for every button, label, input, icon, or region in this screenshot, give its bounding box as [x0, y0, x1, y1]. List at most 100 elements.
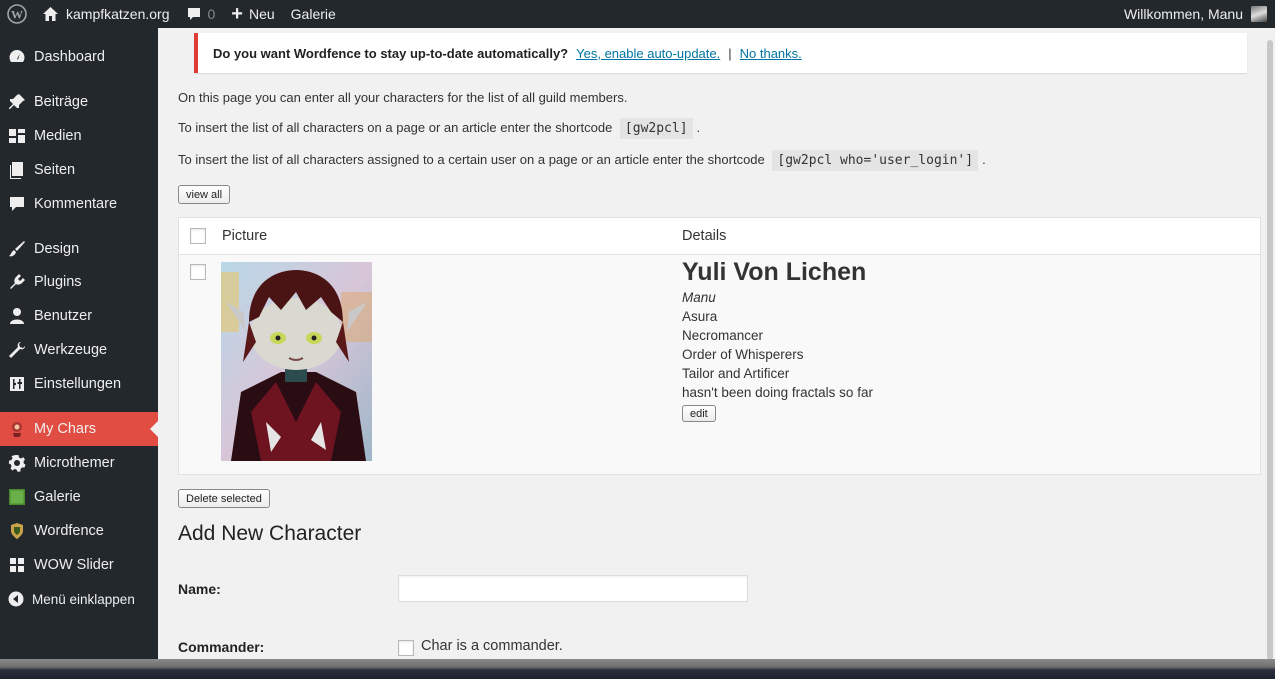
new-content-link[interactable]: + Neu — [223, 0, 282, 28]
collapse-menu-button[interactable]: Menü einklappen — [0, 582, 158, 616]
sidebar-item-wow-slider[interactable]: WOW Slider — [0, 548, 158, 582]
admin-sidebar: Dashboard Beiträge Medien Seiten Komment… — [0, 28, 158, 659]
name-label: Name: — [178, 581, 221, 597]
intro-line-2-text: To insert the list of all characters on … — [178, 120, 613, 135]
commander-checkbox-label: Char is a commander. — [421, 638, 563, 654]
sidebar-item-label: My Chars — [34, 421, 97, 437]
sidebar-item-users[interactable]: Benutzer — [0, 299, 158, 333]
select-all-checkbox[interactable] — [190, 228, 206, 244]
commander-checkbox[interactable] — [398, 640, 414, 656]
collapse-menu-label: Menü einklappen — [32, 591, 135, 607]
plus-icon: + — [231, 3, 243, 25]
plugin-icon — [7, 272, 27, 292]
sidebar-item-galerie[interactable]: Galerie — [0, 480, 158, 514]
sidebar-item-design[interactable]: Design — [0, 232, 158, 266]
sidebar-item-plugins[interactable]: Plugins — [0, 265, 158, 299]
my-account-link[interactable]: Willkommen, Manu — [1116, 0, 1275, 28]
character-race: Asura — [682, 309, 718, 324]
character-fractals: hasn't been doing fractals so far — [682, 385, 873, 400]
intro-line-2-suffix: . — [696, 120, 701, 135]
edit-button[interactable]: edit — [682, 405, 716, 422]
comment-bubble-icon — [186, 6, 202, 22]
sidebar-item-wordfence[interactable]: Wordfence — [0, 514, 158, 548]
table-header: Picture Details — [179, 218, 1260, 255]
name-input[interactable] — [398, 575, 748, 602]
delete-selected-button[interactable]: Delete selected — [178, 489, 270, 508]
sidebar-item-posts[interactable]: Beiträge — [0, 85, 158, 119]
sidebar-item-label: Beiträge — [34, 94, 89, 110]
sidebar-item-microthemer[interactable]: Microthemer — [0, 446, 158, 480]
sidebar-item-label: Wordfence — [34, 523, 104, 539]
intro-line-2: To insert the list of all characters on … — [178, 118, 701, 139]
view-all-button[interactable]: view all — [178, 185, 231, 204]
gallery-label: Galerie — [290, 6, 336, 22]
user-icon — [7, 306, 27, 326]
shortcode-user: [gw2pcl who='user_login'] — [772, 150, 979, 171]
pages-icon — [7, 160, 27, 180]
notice-question: Do you want Wordfence to stay up-to-date… — [213, 45, 569, 61]
site-name: kampfkatzen.org — [66, 6, 170, 22]
pin-icon — [7, 92, 27, 112]
sidebar-item-label: Galerie — [34, 489, 81, 505]
wordfence-icon — [7, 521, 27, 541]
shortcode-all: [gw2pcl] — [619, 118, 693, 139]
character-owner: Manu — [682, 290, 716, 305]
notice-separator: | — [728, 45, 732, 61]
grid-icon — [7, 555, 27, 575]
sidebar-item-label: Kommentare — [34, 196, 118, 212]
welcome-text: Willkommen, Manu — [1123, 6, 1243, 22]
sidebar-item-label: Seiten — [34, 162, 76, 178]
avatar — [1251, 6, 1267, 22]
character-picture — [221, 262, 372, 461]
sidebar-item-label: Design — [34, 241, 80, 257]
intro-line-3-suffix: . — [982, 152, 986, 167]
sidebar-item-pages[interactable]: Seiten — [0, 153, 158, 187]
scrollbar-thumb[interactable] — [1267, 40, 1273, 660]
sidebar-item-label: Medien — [34, 128, 82, 144]
admin-bar: W kampfkatzen.org 0 + Neu Galerie Willko… — [0, 0, 1275, 28]
intro-line-3-text: To insert the list of all characters ass… — [178, 152, 765, 167]
sidebar-item-dashboard[interactable]: Dashboard — [0, 40, 158, 74]
settings-icon — [7, 374, 27, 394]
home-icon — [42, 6, 59, 22]
sidebar-item-my-chars[interactable]: My Chars — [0, 412, 158, 446]
character-profession: Necromancer — [682, 328, 764, 343]
intro-line-3: To insert the list of all characters ass… — [178, 150, 986, 171]
svg-text:W: W — [11, 8, 23, 22]
intro-line-1: On this page you can enter all your char… — [178, 90, 628, 105]
enable-auto-update-link[interactable]: Yes, enable auto-update. — [576, 46, 720, 61]
sidebar-item-media[interactable]: Medien — [0, 119, 158, 153]
add-character-title: Add New Character — [178, 522, 362, 545]
wordpress-logo-icon[interactable]: W — [0, 0, 34, 28]
comment-count: 0 — [207, 6, 216, 22]
character-details: Yuli Von Lichen Manu Asura Necromancer O… — [682, 256, 873, 422]
main-content: Do you want Wordfence to stay up-to-date… — [158, 28, 1275, 659]
dashboard-icon — [7, 47, 27, 67]
column-header-picture: Picture — [222, 228, 268, 244]
media-icon — [7, 126, 27, 146]
page-scrollbar[interactable] — [1265, 28, 1275, 660]
character-order: Order of Whisperers — [682, 347, 804, 362]
new-label: Neu — [248, 6, 275, 22]
sidebar-item-comments[interactable]: Kommentare — [0, 187, 158, 221]
sidebar-item-tools[interactable]: Werkzeuge — [0, 333, 158, 367]
sidebar-item-label: Werkzeuge — [34, 342, 108, 358]
comment-icon — [7, 194, 27, 214]
column-header-details: Details — [682, 228, 727, 244]
window-bottom-edge — [0, 659, 1275, 679]
site-name-link[interactable]: kampfkatzen.org — [34, 0, 178, 28]
comments-link[interactable]: 0 — [178, 0, 224, 28]
wordfence-update-notice: Do you want Wordfence to stay up-to-date… — [194, 33, 1247, 73]
gear-icon — [7, 453, 27, 473]
char-icon — [7, 419, 27, 439]
wrench-icon — [7, 340, 27, 360]
gallery-link[interactable]: Galerie — [283, 0, 344, 28]
row-select-checkbox[interactable] — [190, 264, 206, 280]
sidebar-item-label: Microthemer — [34, 455, 115, 471]
character-name: Yuli Von Lichen — [682, 258, 867, 286]
commander-label: Commander: — [178, 639, 265, 655]
sidebar-item-settings[interactable]: Einstellungen — [0, 367, 158, 401]
sidebar-item-label: Plugins — [34, 274, 82, 290]
sidebar-item-label: WOW Slider — [34, 557, 114, 573]
no-thanks-link[interactable]: No thanks. — [740, 46, 802, 61]
